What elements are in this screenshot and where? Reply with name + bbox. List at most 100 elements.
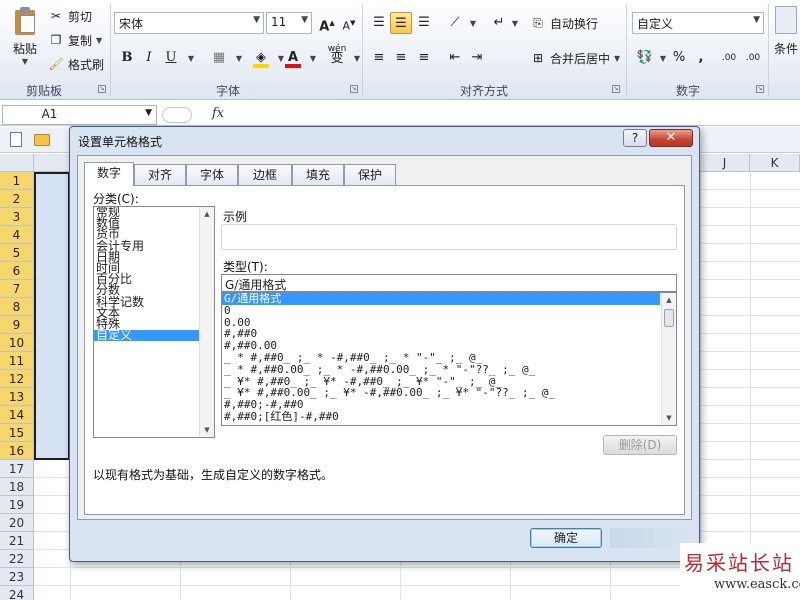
scroll-up-icon[interactable]: ▲ — [662, 293, 676, 307]
align-bottom-button[interactable]: ☰ — [413, 12, 435, 34]
format-item[interactable]: G/通用格式 — [222, 293, 660, 305]
row-header[interactable]: 1 — [0, 172, 34, 190]
row-header[interactable]: 10 — [0, 334, 34, 352]
font-color-button[interactable]: A — [282, 47, 304, 69]
increase-indent-button[interactable]: ⇥ — [466, 47, 488, 69]
insert-function-icon[interactable]: fx — [212, 106, 224, 121]
tab-protection[interactable]: 保护 — [344, 164, 396, 185]
row-header[interactable]: 17 — [0, 460, 34, 478]
underline-dropdown-icon[interactable]: ▼ — [180, 47, 202, 69]
shrink-font-button[interactable]: A▼ — [338, 12, 360, 34]
chevron-down-icon[interactable]: ▼ — [301, 15, 308, 25]
tab-font[interactable]: 字体 — [186, 164, 238, 185]
column-header-j[interactable]: J — [700, 154, 750, 172]
column-header-a[interactable] — [34, 154, 70, 172]
border-dropdown-icon[interactable]: ▼ — [228, 47, 250, 69]
font-size-combo[interactable]: 11 ▼ — [266, 12, 312, 34]
row-header[interactable]: 16 — [0, 442, 34, 460]
row-header[interactable]: 19 — [0, 496, 34, 514]
align-right-button[interactable]: ≡ — [413, 47, 435, 69]
category-scrollbar[interactable]: ▲ ▼ — [199, 207, 214, 437]
font-color-dropdown-icon[interactable]: ▼ — [302, 47, 324, 69]
ok-button[interactable]: 确定 — [530, 528, 602, 548]
copy-button[interactable]: ❐ 复制 ▼ — [48, 30, 103, 50]
delete-button[interactable]: 删除(D) — [603, 435, 677, 455]
clipboard-launcher-icon[interactable]: ↘ — [98, 85, 106, 93]
format-list[interactable]: G/通用格式 0 0.00 #,##0 #,##0.00 _ * #,##0_ ;_ * … — [221, 292, 677, 426]
row-header[interactable]: 5 — [0, 244, 34, 262]
percent-button[interactable]: % — [668, 47, 690, 69]
type-input[interactable]: G/通用格式 — [221, 274, 677, 292]
chevron-down-icon[interactable]: ▼ — [753, 15, 760, 25]
fill-color-button[interactable]: ◈ — [250, 47, 272, 69]
underline-button[interactable]: U — [160, 47, 182, 69]
select-all-corner[interactable] — [0, 154, 34, 172]
orientation-dropdown-icon[interactable]: ▼ — [462, 12, 484, 34]
merge-center-button[interactable]: ⊞ 合并后居中 ▼ — [530, 48, 620, 68]
border-icon[interactable]: ▦ — [208, 47, 230, 69]
formula-splitter[interactable] — [162, 107, 192, 123]
paste-button[interactable]: 粘贴 ▼ — [8, 6, 42, 66]
cut-button[interactable]: ✂ 剪切 — [48, 6, 92, 26]
grow-font-button[interactable]: A▲ — [316, 12, 338, 34]
font-launcher-icon[interactable]: ↘ — [350, 85, 358, 93]
comma-button[interactable]: , — [690, 47, 712, 69]
alignment-launcher-icon[interactable]: ↘ — [612, 85, 620, 93]
conditional-format-button[interactable]: 条件 — [772, 6, 800, 57]
tab-fill[interactable]: 填充 — [292, 164, 344, 185]
format-item[interactable]: _ * #,##0_ ;_ * -#,##0_ ;_ * "-"_ ;_ @_ — [222, 352, 660, 364]
decrease-decimal-button[interactable]: .00 — [742, 47, 764, 69]
new-document-icon[interactable] — [10, 132, 22, 147]
format-item[interactable]: #,##0;[红色]-#,##0 — [222, 411, 660, 423]
align-center-button[interactable]: ≡ — [390, 47, 412, 69]
chevron-down-icon[interactable]: ▼ — [8, 57, 42, 66]
font-name-combo[interactable]: 宋体 ▼ — [114, 12, 264, 34]
row-header[interactable]: 3 — [0, 208, 34, 226]
format-item[interactable]: 0 — [222, 304, 660, 317]
format-item[interactable]: _ * #,##0.00_ ;_ * -#,##0.00_ ;_ * "-"??… — [222, 363, 660, 376]
align-left-button[interactable]: ≡ — [368, 47, 390, 69]
row-header[interactable]: 22 — [0, 550, 34, 568]
format-item[interactable]: 0.00 — [222, 316, 660, 329]
tab-number[interactable]: 数字 — [84, 162, 134, 186]
row-header[interactable]: 12 — [0, 370, 34, 388]
help-button[interactable]: ? — [623, 129, 647, 147]
row-header[interactable]: 8 — [0, 298, 34, 316]
chevron-down-icon[interactable]: ▼ — [253, 15, 260, 25]
tab-alignment[interactable]: 对齐 — [134, 164, 186, 185]
row-header[interactable]: 24 — [0, 586, 34, 600]
row-header[interactable]: 21 — [0, 532, 34, 550]
column-header-k[interactable]: K — [750, 154, 800, 172]
align-top-button[interactable]: ☰ — [368, 12, 390, 34]
category-list[interactable]: 常规 数值 货币 会计专用 日期 时间 百分比 分数 科学记数 文本 特殊 自定义 ▲ ▼ — [93, 206, 215, 438]
close-button[interactable]: ✕ — [649, 129, 693, 147]
format-scrollbar[interactable]: ▲ ▼ — [661, 293, 676, 425]
row-header[interactable]: 6 — [0, 262, 34, 280]
row-header[interactable]: 14 — [0, 406, 34, 424]
scroll-down-icon[interactable]: ▼ — [662, 411, 676, 425]
chevron-down-icon[interactable]: ▼ — [614, 54, 620, 63]
number-launcher-icon[interactable]: ↘ — [756, 85, 764, 93]
row-header[interactable]: 18 — [0, 478, 34, 496]
scroll-down-icon[interactable]: ▼ — [200, 423, 214, 437]
row-header[interactable]: 23 — [0, 568, 34, 586]
scroll-up-icon[interactable]: ▲ — [200, 207, 214, 221]
bold-button[interactable]: B — [116, 47, 138, 69]
category-item[interactable]: 自定义 — [94, 329, 214, 342]
format-item[interactable]: #,##0 — [222, 328, 660, 340]
row-header[interactable]: 11 — [0, 352, 34, 370]
row-header[interactable]: 4 — [0, 226, 34, 244]
phonetic-dropdown-icon[interactable]: ▼ — [346, 47, 368, 69]
scroll-thumb[interactable] — [664, 309, 674, 327]
number-format-combo[interactable]: 自定义 ▼ — [632, 12, 764, 34]
row-header[interactable]: 7 — [0, 280, 34, 298]
italic-button[interactable]: I — [138, 47, 160, 69]
increase-decimal-button[interactable]: .00 — [718, 47, 740, 69]
tab-border[interactable]: 边框 — [238, 164, 292, 185]
row-header[interactable]: 13 — [0, 388, 34, 406]
indent-dropdown-icon[interactable]: ▼ — [504, 12, 526, 34]
align-middle-button[interactable]: ☰ — [390, 12, 412, 34]
selected-range[interactable] — [34, 172, 70, 460]
open-folder-icon[interactable] — [34, 134, 50, 146]
phonetic-button[interactable]: wén 变 — [326, 44, 348, 66]
